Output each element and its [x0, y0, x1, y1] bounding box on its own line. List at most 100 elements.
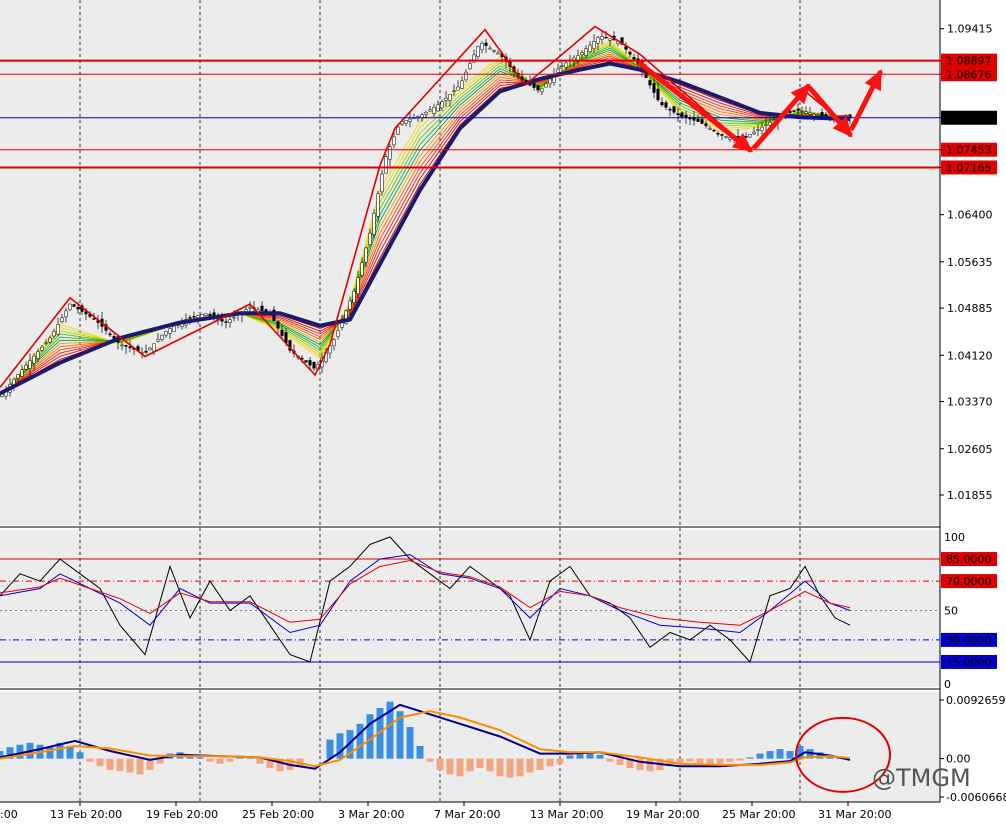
candle-up — [392, 136, 396, 146]
candle-down — [820, 112, 824, 117]
candle-up — [64, 310, 68, 318]
macd-histogram-bar — [436, 758, 444, 771]
date-tick-label: 25 Mar 20:00 — [722, 808, 795, 821]
candle-up — [436, 104, 440, 112]
candle-up — [380, 173, 384, 193]
macd-histogram-bar — [716, 758, 724, 764]
candle-down — [304, 360, 308, 363]
candle-down — [712, 129, 716, 132]
candle-up — [52, 330, 56, 337]
candle-up — [120, 344, 124, 347]
macd-histogram-bar — [776, 749, 784, 759]
candle-up — [444, 97, 448, 101]
price-tick-label: 1.06400 — [947, 209, 993, 222]
date-tick-label: 19 Mar 20:00 — [626, 808, 699, 821]
candle-down — [188, 317, 192, 319]
candle-up — [724, 136, 728, 138]
price-tick-label: 1.09415 — [947, 23, 993, 36]
candle-up — [808, 112, 812, 115]
osc-tick-label: 100 — [944, 531, 965, 544]
candle-up — [164, 330, 168, 336]
macd-histogram-bar — [216, 758, 224, 764]
candle-up — [336, 330, 340, 337]
candle-up — [800, 110, 804, 112]
candle-up — [148, 347, 152, 351]
macd-histogram-bar — [686, 758, 694, 762]
price-tick-label: 1.03370 — [947, 396, 993, 409]
macd-histogram-bar — [366, 714, 374, 759]
candle-down — [92, 318, 96, 320]
macd-histogram-bar — [576, 753, 584, 759]
candle-up — [32, 355, 36, 364]
macd-histogram-bar — [446, 758, 454, 775]
macd-histogram-bar — [76, 752, 84, 759]
macd-histogram-bar — [456, 758, 464, 777]
candle-up — [548, 78, 552, 85]
candle-up — [28, 360, 32, 369]
candle-up — [440, 101, 444, 109]
macd-histogram-bar — [136, 758, 144, 775]
candle-up — [592, 41, 596, 49]
candle-up — [564, 62, 568, 68]
level-price-tag-label: 1.07453 — [946, 144, 992, 157]
candle-down — [76, 306, 80, 310]
candle-up — [152, 343, 156, 352]
candle-up — [160, 334, 164, 340]
candle-down — [128, 346, 132, 349]
candle-down — [652, 82, 656, 93]
candle-down — [660, 102, 664, 106]
price-tick-label: 1.01855 — [947, 489, 993, 502]
candle-down — [696, 118, 700, 122]
macd-histogram-bar — [126, 758, 134, 773]
macd-histogram-bar — [536, 758, 544, 771]
candle-up — [356, 277, 360, 294]
candle-up — [596, 37, 600, 44]
macd-histogram-bar — [546, 758, 554, 767]
candle-down — [280, 329, 284, 336]
candle-up — [464, 71, 468, 81]
macd-histogram-bar — [756, 753, 764, 759]
macd-histogram-bar — [516, 758, 524, 777]
candle-down — [144, 350, 148, 353]
date-tick-label: :00 — [0, 808, 18, 821]
macd-histogram-bar — [116, 758, 124, 772]
candle-up — [196, 315, 200, 319]
macd-histogram-bar — [46, 747, 54, 759]
candle-down — [720, 134, 724, 136]
macd-histogram-bar — [746, 757, 754, 759]
candle-up — [388, 146, 392, 160]
candle-down — [700, 119, 704, 124]
candle-down — [308, 360, 312, 366]
candle-up — [496, 52, 500, 55]
chart-window: 1.09415 1.088971.08676 1.07971 1.07453 1.071… — [0, 0, 1006, 824]
candle-up — [332, 339, 336, 347]
candle-up — [372, 213, 376, 235]
candle-down — [536, 85, 540, 91]
macd-histogram-bar — [466, 758, 474, 772]
candle-up — [480, 42, 484, 50]
candle-up — [600, 36, 604, 40]
price-tick-label: 1.04120 — [947, 349, 993, 362]
date-tick-label: 7 Mar 20:00 — [434, 808, 500, 821]
candle-down — [704, 123, 708, 127]
candle-down — [648, 80, 652, 86]
candle-up — [428, 109, 432, 112]
macd-histogram-bar — [196, 757, 204, 759]
date-tick-label: 13 Feb 20:00 — [50, 808, 122, 821]
candle-up — [556, 68, 560, 73]
candle-up — [804, 111, 808, 114]
macd-histogram-bar — [226, 758, 234, 762]
candle-down — [72, 304, 76, 307]
macd-histogram-bar — [86, 758, 94, 762]
candle-down — [672, 106, 676, 113]
macd-histogram-bar — [406, 726, 414, 759]
macd-histogram-bar — [786, 751, 794, 759]
candle-up — [156, 339, 160, 342]
candle-up — [452, 90, 456, 92]
osc-tick-label: 0 — [944, 678, 951, 691]
candle-up — [756, 129, 760, 131]
candle-up — [364, 247, 368, 263]
candle-up — [368, 232, 372, 245]
macd-histogram-bar — [726, 758, 734, 762]
candle-up — [352, 290, 356, 303]
